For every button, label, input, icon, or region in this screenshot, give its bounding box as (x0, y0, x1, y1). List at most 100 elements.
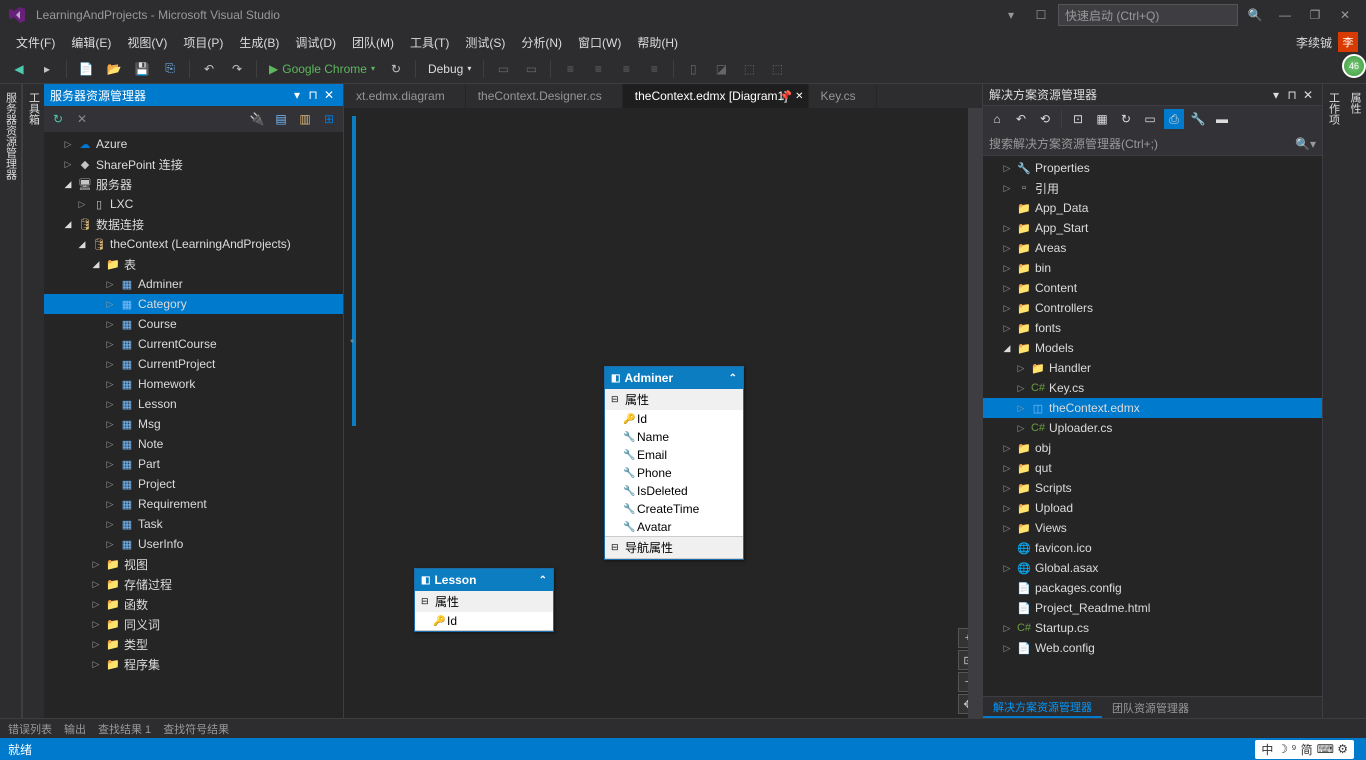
entity-property[interactable]: 🔧IsDeleted (605, 482, 743, 500)
sync-icon[interactable]: ⟲ (1035, 109, 1055, 129)
collapse-icon[interactable]: ⌃ (729, 373, 737, 384)
entity-property[interactable]: 🔑Id (415, 612, 553, 630)
tree-item[interactable]: ▷📁Views (983, 518, 1322, 538)
collapse-all-icon[interactable]: ⊡ (1068, 109, 1088, 129)
tree-item[interactable]: ◢🛢数据连接 (44, 214, 343, 234)
panel-pin-icon[interactable]: ⊓ (1284, 88, 1300, 102)
refresh-icon[interactable]: ↻ (48, 109, 68, 129)
expand-icon[interactable]: ▷ (90, 599, 102, 610)
tree-item[interactable]: ▷▦Task (44, 514, 343, 534)
expand-icon[interactable]: ▷ (90, 639, 102, 650)
tree-item[interactable]: ▷📁类型 (44, 634, 343, 654)
nav-fwd-button[interactable]: ▸ (36, 58, 58, 80)
tab-find-results[interactable]: 查找结果 1 (98, 721, 151, 737)
editor-tab[interactable]: Key.cs (809, 84, 877, 108)
expand-icon[interactable]: ▷ (104, 319, 116, 330)
tree-item[interactable]: ▷📁fonts (983, 318, 1322, 338)
preview-icon[interactable]: ▭ (1140, 109, 1160, 129)
expand-icon[interactable]: ▷ (104, 459, 116, 470)
connect-icon[interactable]: 🔌 (247, 109, 267, 129)
expand-icon[interactable]: ▷ (1001, 443, 1013, 454)
props-section-header[interactable]: ⊟ 属性 (415, 591, 553, 612)
toolbar-btn-2[interactable]: ▭ (520, 58, 542, 80)
expand-icon[interactable]: ▷ (104, 339, 116, 350)
entity-property[interactable]: 🔧Name (605, 428, 743, 446)
toolbox-vtab[interactable]: 工具箱 (22, 84, 44, 718)
expand-icon[interactable]: ▷ (104, 279, 116, 290)
toolbar-btn-9[interactable]: ⬚ (738, 58, 760, 80)
expand-icon[interactable]: ▷ (104, 499, 116, 510)
expand-icon[interactable]: ▷ (1001, 283, 1013, 294)
tree-item[interactable]: ▷▦UserInfo (44, 534, 343, 554)
tree-item[interactable]: ◢📁表 (44, 254, 343, 274)
new-project-button[interactable]: 📄 (75, 58, 97, 80)
expand-icon[interactable]: ▷ (1001, 483, 1013, 494)
stop-icon[interactable]: ✕ (72, 109, 92, 129)
notification-badge[interactable]: 46 (1342, 54, 1366, 78)
expand-icon[interactable]: ▷ (104, 359, 116, 370)
azure-icon[interactable]: ⊞ (319, 109, 339, 129)
server-icon[interactable]: ▥ (295, 109, 315, 129)
close-icon[interactable]: ✕ (1332, 4, 1358, 26)
tree-item[interactable]: ▷▦Course (44, 314, 343, 334)
menu-item[interactable]: 视图(V) (119, 31, 175, 54)
vertical-scrollbar[interactable] (968, 108, 982, 718)
expand-icon[interactable]: ▷ (1001, 223, 1013, 234)
expand-icon[interactable]: ◢ (90, 259, 102, 270)
toolbar-btn-6[interactable]: ≡ (643, 58, 665, 80)
tree-item[interactable]: ▷▦Part (44, 454, 343, 474)
menu-item[interactable]: 帮助(H) (629, 31, 686, 54)
tree-item[interactable]: ▷C#Uploader.cs (983, 418, 1322, 438)
tree-item[interactable]: ▷🌐Global.asax (983, 558, 1322, 578)
tree-item[interactable]: ▷▦Msg (44, 414, 343, 434)
toolbar-btn-10[interactable]: ⬚ (766, 58, 788, 80)
view-icon[interactable]: ▬ (1212, 109, 1232, 129)
toolbar-btn-7[interactable]: ▯ (682, 58, 704, 80)
expand-icon[interactable]: ▷ (1001, 323, 1013, 334)
feedback-icon[interactable]: ☐ (1028, 4, 1054, 26)
open-file-button[interactable]: 📂 (103, 58, 125, 80)
tree-item[interactable]: ◢🖥服务器 (44, 174, 343, 194)
expand-icon[interactable]: ▷ (104, 539, 116, 550)
expand-icon[interactable]: ▷ (1001, 503, 1013, 514)
editor-tab[interactable]: theContext.Designer.cs (466, 84, 623, 108)
tree-item[interactable]: ▷▦Requirement (44, 494, 343, 514)
editor-tab[interactable]: xt.edmx.diagram (344, 84, 466, 108)
expand-icon[interactable]: ▷ (90, 619, 102, 630)
tree-item[interactable]: ▷▯LXC (44, 194, 343, 214)
expand-icon[interactable]: ◢ (62, 219, 74, 230)
undo-button[interactable]: ↶ (198, 58, 220, 80)
expand-icon[interactable]: ▷ (104, 439, 116, 450)
panel-dropdown-icon[interactable]: ▾ (1268, 88, 1284, 102)
config-dropdown[interactable]: Debug ▾ (424, 62, 475, 76)
tree-item[interactable]: 📄Project_Readme.html (983, 598, 1322, 618)
entity-property[interactable]: 🔧Phone (605, 464, 743, 482)
refresh-icon[interactable]: ↻ (1116, 109, 1136, 129)
tree-item[interactable]: ▷📁App_Start (983, 218, 1322, 238)
expand-icon[interactable]: ▷ (104, 399, 116, 410)
panel-close-icon[interactable]: ✕ (321, 88, 337, 102)
expand-icon[interactable]: ▷ (76, 199, 88, 210)
menu-item[interactable]: 调试(D) (287, 31, 344, 54)
pin-icon[interactable]: 📌 ✕ (780, 91, 804, 102)
expand-icon[interactable]: ▷ (90, 659, 102, 670)
expand-icon[interactable]: ▷ (1015, 423, 1027, 434)
user-badge[interactable]: 李 (1338, 32, 1358, 52)
expand-icon[interactable]: ▷ (1001, 263, 1013, 274)
tree-item[interactable]: ▷📁qut (983, 458, 1322, 478)
ime-indicator[interactable]: 中 ☽ ⁹ 简 ⌨ ⚙ (1255, 740, 1354, 759)
expand-icon[interactable]: ▷ (1001, 463, 1013, 474)
tree-item[interactable]: ▷📁Upload (983, 498, 1322, 518)
expand-icon[interactable]: ▷ (1015, 403, 1027, 414)
entity-lesson[interactable]: ◧ Lesson ⌃ ⊟ 属性 🔑Id (414, 568, 554, 632)
tab-solution-explorer[interactable]: 解决方案资源管理器 (983, 697, 1102, 718)
menu-item[interactable]: 项目(P) (175, 31, 231, 54)
expand-icon[interactable]: ▷ (1001, 243, 1013, 254)
tree-item[interactable]: ▷📁bin (983, 258, 1322, 278)
expand-icon[interactable]: ▷ (90, 559, 102, 570)
toolbar-btn-4[interactable]: ≡ (587, 58, 609, 80)
diagram-canvas[interactable]: * ◧ Adminer ⌃ ⊟ 属性 🔑Id🔧Name🔧Email🔧Phone🔧… (344, 108, 982, 718)
tree-item[interactable]: ▷▦Lesson (44, 394, 343, 414)
quick-launch-input[interactable]: 快速启动 (Ctrl+Q) (1058, 4, 1238, 26)
back-icon[interactable]: ↶ (1011, 109, 1031, 129)
